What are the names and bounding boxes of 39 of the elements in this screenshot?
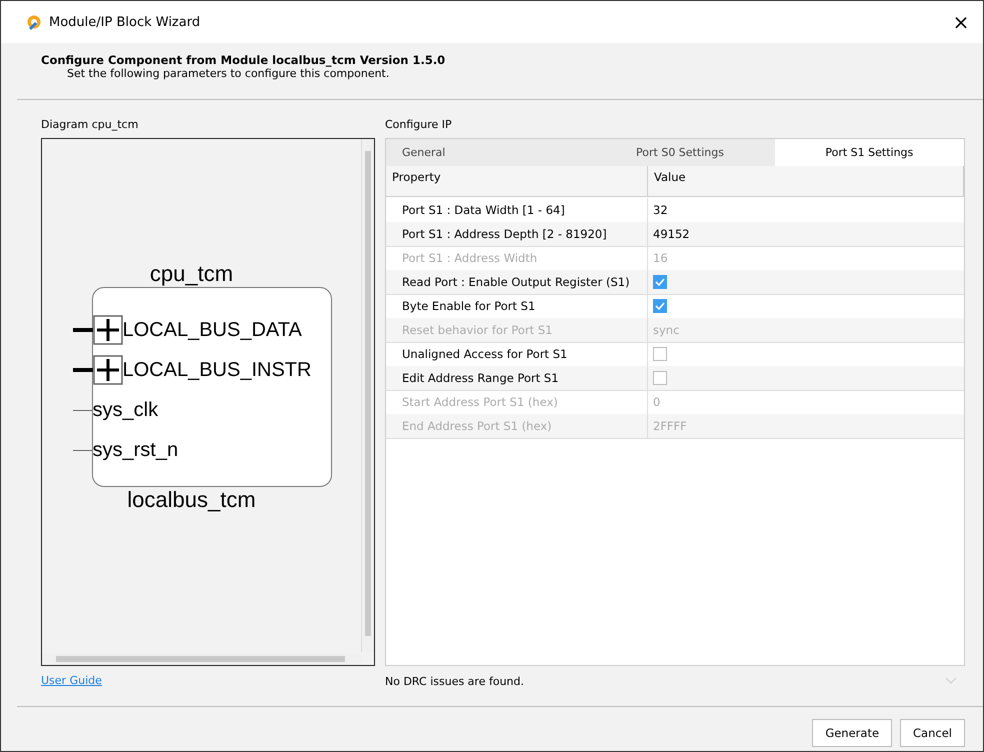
port-name: LOCAL_BUS_INSTR (122, 358, 312, 382)
property-cell: Port S1 : Address Depth [2 - 81920] (386, 222, 648, 246)
checkbox[interactable] (653, 275, 667, 289)
header-subtitle: Set the following parameters to configure this component. (66, 67, 390, 80)
value-cell: 0 (653, 395, 660, 409)
port-name: LOCAL_BUS_DATA (122, 318, 302, 342)
expand-icon[interactable] (92, 315, 122, 345)
value-cell: 16 (653, 251, 668, 265)
value-cell: 2FFFF (653, 419, 687, 433)
dialog-button[interactable]: Cancel (900, 719, 965, 747)
instance-name: cpu_tcm (150, 261, 234, 287)
tab[interactable]: Port S1 Settings (774, 139, 964, 166)
column-header: Property (386, 166, 648, 196)
vertical-scrollbar[interactable] (361, 139, 374, 652)
dialog-button[interactable]: Generate (812, 719, 892, 747)
header-title: Configure Component from Module localbus_tcm Version 1.5.0 (41, 53, 446, 67)
property-cell: Edit Address Range Port S1 (386, 366, 648, 390)
close-button[interactable]: × (939, 1, 983, 43)
port-name: sys_clk (92, 398, 158, 422)
value-cell[interactable]: 32 (653, 203, 668, 217)
checkbox[interactable] (653, 371, 667, 385)
checkbox[interactable] (653, 299, 667, 313)
port-name: sys_rst_n (92, 438, 178, 462)
status-message: No DRC issues are found. (385, 674, 524, 688)
column-header: Value (653, 169, 687, 186)
property-cell: End Address Port S1 (hex) (386, 414, 648, 438)
property-cell: Reset behavior for Port S1 (386, 318, 648, 342)
checkbox[interactable] (653, 347, 667, 361)
property-cell: Read Port : Enable Output Register (S1) (386, 270, 648, 294)
window-title: Module/IP Block Wizard (49, 14, 202, 30)
user-guide-link[interactable]: User Guide (41, 674, 102, 687)
value-cell: sync (653, 323, 680, 337)
value-cell[interactable]: 49152 (653, 227, 690, 241)
module-name: localbus_tcm (127, 487, 256, 513)
panel-label: Diagram cpu_tcm (41, 118, 140, 133)
wrench-gear-icon (25, 13, 43, 31)
chevron-down-icon[interactable] (945, 677, 957, 685)
expand-icon[interactable] (92, 355, 122, 385)
panel-label: Configure IP (385, 118, 453, 133)
